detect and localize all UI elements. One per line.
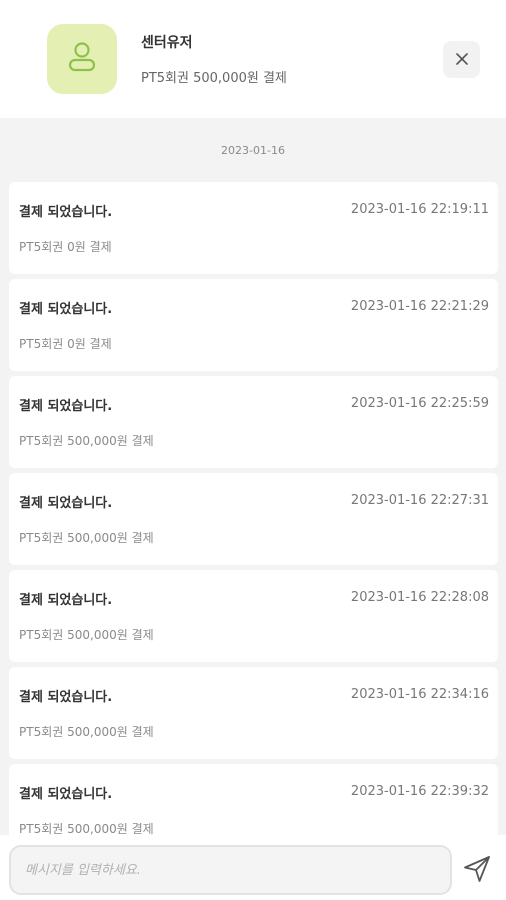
message-card: 결제 되었습니다. 2023-01-16 22:19:11 PT5회권 0원 결… (9, 182, 498, 274)
user-icon (67, 40, 97, 78)
message-card: 결제 되었습니다. 2023-01-16 22:25:59 PT5회권 500,… (9, 376, 498, 468)
message-timestamp: 2023-01-16 22:28:08 (350, 590, 489, 605)
close-button[interactable] (443, 41, 480, 78)
message-title: 결제 되었습니다. (19, 399, 113, 414)
message-timestamp: 2023-01-16 22:21:29 (350, 299, 489, 314)
message-card: 결제 되었습니다. 2023-01-16 22:28:08 PT5회권 500,… (9, 570, 498, 662)
message-title: 결제 되었습니다. (19, 205, 113, 220)
message-card: 결제 되었습니다. 2023-01-16 22:39:32 PT5회권 500,… (9, 764, 498, 835)
message-description: PT5회권 500,000원 결제 (19, 725, 154, 739)
composer-bar (0, 835, 506, 900)
message-title: 결제 되었습니다. (19, 496, 113, 511)
message-input[interactable] (9, 845, 452, 895)
message-description: PT5회권 500,000원 결제 (19, 531, 154, 545)
avatar (47, 24, 117, 94)
message-title: 결제 되었습니다. (19, 302, 113, 317)
message-timestamp: 2023-01-16 22:25:59 (350, 396, 489, 411)
payment-summary: PT5회권 500,000원 결제 (141, 71, 287, 86)
message-title: 결제 되었습니다. (19, 787, 113, 802)
message-timestamp: 2023-01-16 22:34:16 (350, 687, 489, 702)
close-icon (455, 50, 468, 69)
message-description: PT5회권 0원 결제 (19, 337, 112, 351)
message-timestamp: 2023-01-16 22:19:11 (350, 202, 489, 217)
message-description: PT5회권 0원 결제 (19, 240, 112, 254)
message-timestamp: 2023-01-16 22:27:31 (350, 493, 489, 508)
message-card: 결제 되었습니다. 2023-01-16 22:27:31 PT5회권 500,… (9, 473, 498, 565)
date-separator: 2023-01-16 (221, 144, 285, 157)
message-title: 결제 되었습니다. (19, 690, 113, 705)
message-description: PT5회권 500,000원 결제 (19, 822, 154, 835)
send-icon (462, 854, 492, 888)
message-card: 결제 되었습니다. 2023-01-16 22:21:29 PT5회권 0원 결… (9, 279, 498, 371)
send-button[interactable] (459, 853, 495, 889)
message-list: 결제 되었습니다. 2023-01-16 22:19:11 PT5회권 0원 결… (0, 182, 506, 835)
message-description: PT5회권 500,000원 결제 (19, 434, 154, 448)
user-name: 센터유저 (141, 35, 193, 51)
message-title: 결제 되었습니다. (19, 593, 113, 608)
message-description: PT5회권 500,000원 결제 (19, 628, 154, 642)
message-card: 결제 되었습니다. 2023-01-16 22:34:16 PT5회권 500,… (9, 667, 498, 759)
message-timestamp: 2023-01-16 22:39:32 (350, 784, 489, 799)
message-area[interactable]: 2023-01-16 결제 되었습니다. 2023-01-16 22:19:11… (0, 118, 506, 835)
chat-header: 센터유저 PT5회권 500,000원 결제 (0, 0, 506, 118)
